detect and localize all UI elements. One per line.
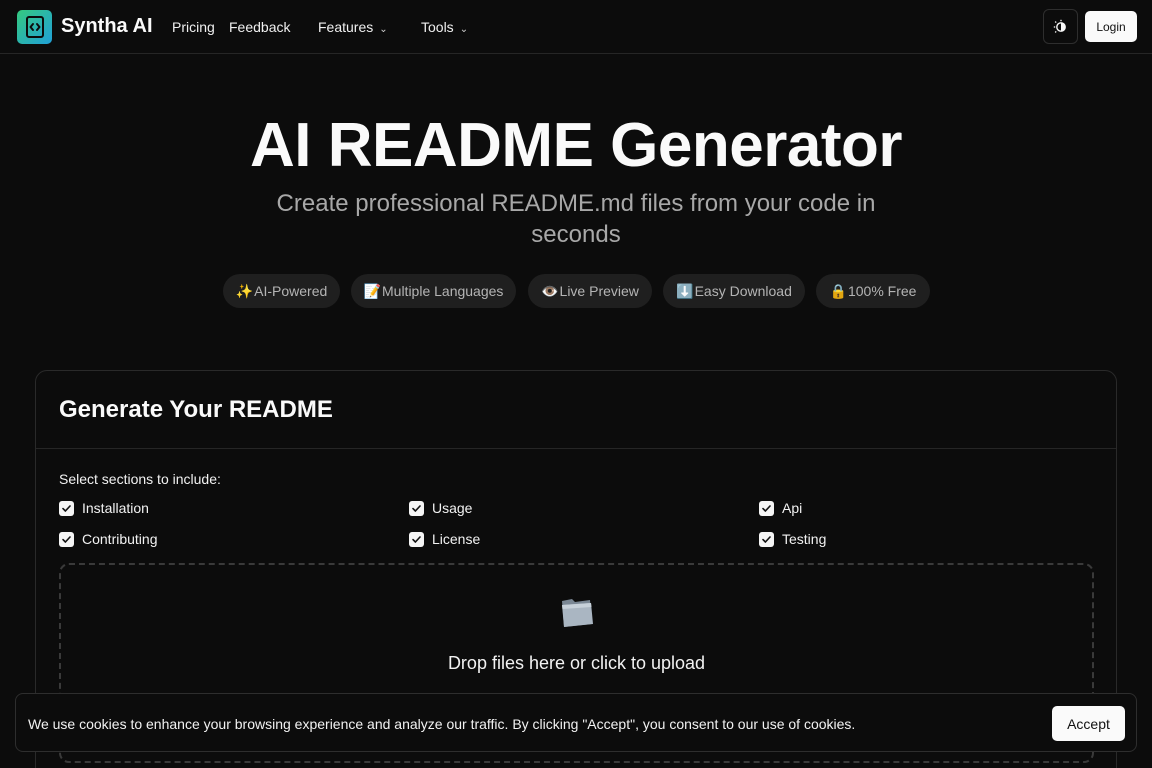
nav-features-label: Features <box>318 19 374 35</box>
memo-icon: 📝 <box>363 282 381 299</box>
checkbox-contributing[interactable]: Contributing <box>59 531 158 547</box>
folder-icon <box>559 595 595 634</box>
checkbox-label: Installation <box>82 500 149 516</box>
accept-cookies-button[interactable]: Accept <box>1052 706 1125 741</box>
sections-label: Select sections to include: <box>59 471 221 487</box>
card-title: Generate Your README <box>59 396 333 423</box>
checkmark-icon <box>409 531 424 547</box>
sun-moon-icon <box>1053 19 1066 33</box>
checkbox-installation[interactable]: Installation <box>59 500 149 516</box>
page-subtitle: Create professional README.md files from… <box>276 190 876 248</box>
checkbox-label: Api <box>782 500 803 516</box>
checkbox-license[interactable]: License <box>409 531 480 547</box>
checkmark-icon <box>59 531 74 547</box>
nav-tools-dropdown[interactable]: Tools ⌄ <box>421 19 468 35</box>
feature-pill-label: 100% Free <box>847 283 917 299</box>
checkbox-usage[interactable]: Usage <box>409 500 472 516</box>
feature-pill-label: Multiple Languages <box>382 283 504 299</box>
feature-pill-label: Easy Download <box>694 283 792 299</box>
feature-pill-ai-powered: ✨ AI-Powered <box>223 274 340 308</box>
checkbox-api[interactable]: Api <box>759 500 802 516</box>
nav-tools-label: Tools <box>421 19 454 35</box>
feature-pill-live-preview: 👁️ Live Preview <box>528 274 652 308</box>
feature-pill-label: Live Preview <box>559 283 639 299</box>
feature-pill-label: AI-Powered <box>254 283 328 299</box>
feature-pill-free: 🔒 100% Free <box>816 274 930 308</box>
checkbox-label: Contributing <box>82 531 158 547</box>
theme-toggle-button[interactable] <box>1043 9 1078 44</box>
checkbox-label: Testing <box>782 531 827 547</box>
cookie-banner: We use cookies to enhance your browsing … <box>15 693 1137 752</box>
brand-name[interactable]: Syntha AI <box>61 15 153 38</box>
nav-feedback[interactable]: Feedback <box>229 19 290 35</box>
download-arrow-icon: ⬇️ <box>676 282 694 299</box>
feature-pill-multiple-languages: 📝 Multiple Languages <box>351 274 516 308</box>
checkbox-label: License <box>432 531 481 547</box>
checkbox-testing[interactable]: Testing <box>759 531 826 547</box>
chevron-down-icon: ⌄ <box>459 24 469 35</box>
login-button[interactable]: Login <box>1085 11 1137 42</box>
cookie-message: We use cookies to enhance your browsing … <box>28 716 856 732</box>
divider <box>36 448 1116 449</box>
checkmark-icon <box>759 500 774 516</box>
sparkles-icon: ✨ <box>235 282 254 299</box>
nav-feedback-label: Feedback <box>229 19 291 35</box>
eye-icon: 👁️ <box>541 282 559 299</box>
page-title: AI README Generator <box>250 111 902 180</box>
nav-pricing-label: Pricing <box>172 19 215 35</box>
checkmark-icon <box>759 531 774 547</box>
dropzone-text: Drop files here or click to upload <box>447 653 706 673</box>
checkbox-label: Usage <box>432 500 473 516</box>
nav-features-dropdown[interactable]: Features ⌄ <box>318 19 388 35</box>
checkmark-icon <box>59 500 74 516</box>
chevron-down-icon: ⌄ <box>379 24 388 35</box>
nav-pricing[interactable]: Pricing <box>172 19 215 35</box>
checkmark-icon <box>409 500 424 516</box>
top-navbar: Syntha AI Pricing Feedback Features ⌄ Too… <box>0 0 1152 54</box>
lock-icon: 🔒 <box>829 282 847 299</box>
logo-icon[interactable] <box>17 10 52 44</box>
feature-pill-easy-download: ⬇️ Easy Download <box>663 274 805 308</box>
